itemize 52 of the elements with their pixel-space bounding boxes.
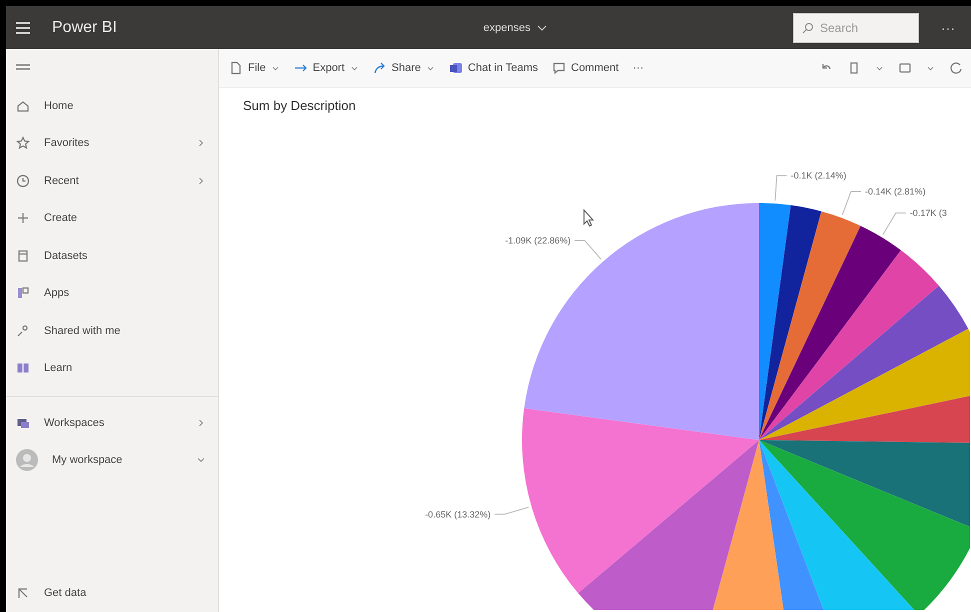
app-launcher-icon[interactable]	[16, 22, 30, 34]
get-data-icon	[16, 586, 30, 600]
chevron-down-icon	[536, 24, 546, 32]
view-icon[interactable]	[898, 61, 912, 75]
teams-icon	[448, 61, 463, 75]
nav-item[interactable]: Learn	[6, 350, 218, 387]
nav-item[interactable]: Workspaces	[6, 404, 218, 442]
nav-item[interactable]: Favorites	[6, 124, 218, 162]
data-label: -0.65K (13.32%)	[425, 509, 491, 520]
apps-icon	[16, 286, 30, 300]
nav-item[interactable]: Get data	[6, 574, 218, 612]
nav-item[interactable]: Shared with me	[6, 312, 218, 350]
toolbar-button[interactable]: Share	[372, 61, 435, 75]
nav-item[interactable]: Recent	[6, 162, 218, 200]
leader-line	[842, 191, 862, 216]
toolbar-button[interactable]: Chat in Teams	[448, 61, 538, 75]
share-icon	[372, 61, 387, 75]
leader-line	[774, 175, 788, 202]
nav-item[interactable]: Apps	[6, 274, 218, 312]
home-icon	[16, 98, 30, 113]
data-label: -0.17K (3	[910, 208, 947, 218]
cursor-icon	[584, 208, 594, 227]
data-label: -1.09K (22.86%)	[505, 235, 571, 246]
search-field[interactable]: Search	[793, 12, 919, 42]
report-name[interactable]: expenses	[483, 22, 530, 34]
refresh-icon[interactable]	[949, 61, 963, 75]
menu-icon[interactable]	[16, 64, 30, 72]
nav-item[interactable]: Create	[6, 200, 218, 237]
data-label: -0.14K (2.81%)	[865, 186, 926, 196]
leader-line	[882, 212, 906, 235]
nav-item[interactable]: My workspace	[6, 442, 218, 479]
comment-icon	[552, 61, 566, 75]
leader-line	[494, 506, 530, 515]
app-name: Power BI	[52, 18, 117, 36]
dataset-icon	[16, 248, 30, 263]
nav-item[interactable]: Home	[6, 87, 218, 124]
visual-title: Sum by Description	[242, 97, 357, 115]
book-icon	[16, 361, 30, 376]
toolbar-button[interactable]: Export	[294, 61, 359, 75]
document-icon	[229, 61, 243, 75]
more-button[interactable]: ···	[941, 20, 955, 36]
clock-icon	[16, 174, 30, 188]
avatar-icon	[16, 449, 38, 472]
more-button[interactable]: ···	[632, 62, 644, 74]
nav-item[interactable]: Datasets	[6, 237, 218, 274]
star-icon	[16, 136, 30, 150]
data-label: -0.1K (2.14%)	[790, 170, 846, 181]
toolbar-button[interactable]: File	[229, 61, 280, 75]
search-icon	[802, 22, 814, 34]
toolbar-button[interactable]: Comment	[552, 61, 619, 75]
plus-icon	[16, 211, 30, 226]
leader-line	[574, 240, 602, 260]
